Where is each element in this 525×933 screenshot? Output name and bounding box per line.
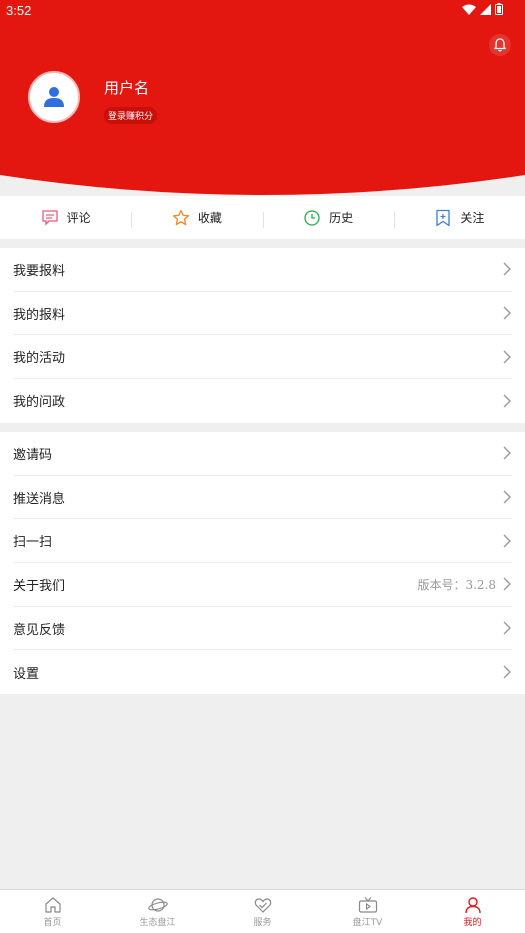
battery-icon (495, 3, 503, 15)
nav-service[interactable]: 服务 (210, 890, 315, 933)
menu-item-label: 意见反馈 (13, 622, 66, 638)
bookmark-icon (436, 209, 451, 226)
bell-icon[interactable] (489, 34, 511, 56)
nav-label: 服务 (253, 917, 272, 928)
quick-action-label: 评论 (66, 211, 91, 225)
menu-item-label: 我的问政 (13, 395, 66, 411)
quick-action-comment[interactable]: 评论 (0, 209, 131, 227)
nav-ecology[interactable]: 生态盘江 (105, 890, 210, 933)
chevron-right-icon (503, 446, 511, 460)
quick-action-history[interactable]: 历史 (262, 209, 394, 228)
nav-home[interactable]: 首页 (0, 890, 105, 933)
menu-item-label: 我的报料 (13, 307, 66, 323)
menu-item-label: 扫一扫 (13, 535, 53, 551)
menu-item-label: 邀请码 (13, 447, 53, 463)
chevron-right-icon (503, 490, 511, 504)
menu-group-settings: 邀请码 推送消息 扫一扫 关于我们 版本号：3.2.8 意见反馈 设置 (0, 432, 525, 695)
menu-item-label: 关于我们 (13, 578, 66, 594)
login-points-badge[interactable]: 登录赚积分 (104, 107, 158, 124)
menu-item-feedback[interactable]: 意见反馈 (13, 607, 512, 651)
profile-header: 3:52 用户名 登录赚积分 (0, 0, 525, 200)
nav-tv[interactable]: 盘江TV (315, 890, 420, 933)
status-time: 3:52 (6, 3, 32, 18)
quick-action-label: 收藏 (197, 211, 222, 225)
user-avatar-icon (44, 87, 64, 107)
menu-item-label: 我的活动 (13, 351, 66, 367)
chevron-right-icon (503, 534, 511, 548)
quick-action-favorites[interactable]: 收藏 (131, 209, 262, 228)
chevron-right-icon (503, 665, 511, 679)
menu-item-label: 我要报料 (13, 263, 66, 279)
chevron-right-icon (503, 394, 511, 408)
menu-item-my-reports[interactable]: 我的报料 (13, 292, 512, 336)
menu-item-label: 设置 (13, 666, 40, 682)
user-icon (464, 896, 481, 913)
username[interactable]: 用户名 (104, 77, 149, 98)
signal-icon (480, 3, 491, 15)
comment-icon (41, 209, 58, 226)
nav-label: 我的 (463, 917, 482, 928)
star-icon (172, 209, 190, 225)
tv-icon (358, 896, 377, 913)
chevron-right-icon (503, 350, 511, 364)
planet-icon (147, 897, 168, 912)
chevron-right-icon (503, 621, 511, 635)
chevron-right-icon (503, 306, 511, 320)
menu-item-about-us[interactable]: 关于我们 版本号：3.2.8 (13, 563, 512, 607)
app-version: 版本号：3.2.8 (417, 577, 496, 592)
nav-label: 盘江TV (352, 917, 383, 928)
status-bar: 3:52 (0, 0, 525, 22)
menu-item-my-inquiries[interactable]: 我的问政 (13, 379, 512, 423)
wifi-icon (462, 4, 476, 15)
bottom-navigation: 首页 生态盘江 服务 盘江TV 我的 (0, 889, 525, 933)
quick-action-label: 历史 (329, 211, 354, 225)
nav-mine[interactable]: 我的 (420, 890, 525, 933)
quick-action-label: 关注 (460, 211, 485, 225)
home-icon (44, 896, 61, 913)
menu-group-reports: 我要报料 我的报料 我的活动 我的问政 (0, 248, 525, 423)
clock-icon (304, 209, 320, 226)
nav-label: 首页 (43, 917, 62, 928)
quick-action-follow[interactable]: 关注 (393, 209, 525, 228)
quick-actions-bar: 评论 收藏 历史 关注 (0, 196, 525, 239)
chevron-right-icon (503, 262, 511, 276)
chevron-right-icon (503, 577, 511, 591)
about-right: 版本号：3.2.8 (417, 576, 512, 593)
menu-item-push-messages[interactable]: 推送消息 (13, 476, 512, 520)
menu-item-label: 推送消息 (13, 491, 66, 507)
menu-item-settings[interactable]: 设置 (13, 650, 512, 694)
status-icons (462, 3, 503, 15)
menu-item-submit-report[interactable]: 我要报料 (13, 248, 512, 292)
service-heart-icon (254, 897, 271, 913)
menu-item-my-activities[interactable]: 我的活动 (13, 335, 512, 380)
nav-label: 生态盘江 (139, 917, 176, 928)
avatar[interactable] (28, 71, 80, 123)
menu-item-scan[interactable]: 扫一扫 (13, 519, 512, 564)
menu-item-invite-code[interactable]: 邀请码 (13, 432, 512, 476)
